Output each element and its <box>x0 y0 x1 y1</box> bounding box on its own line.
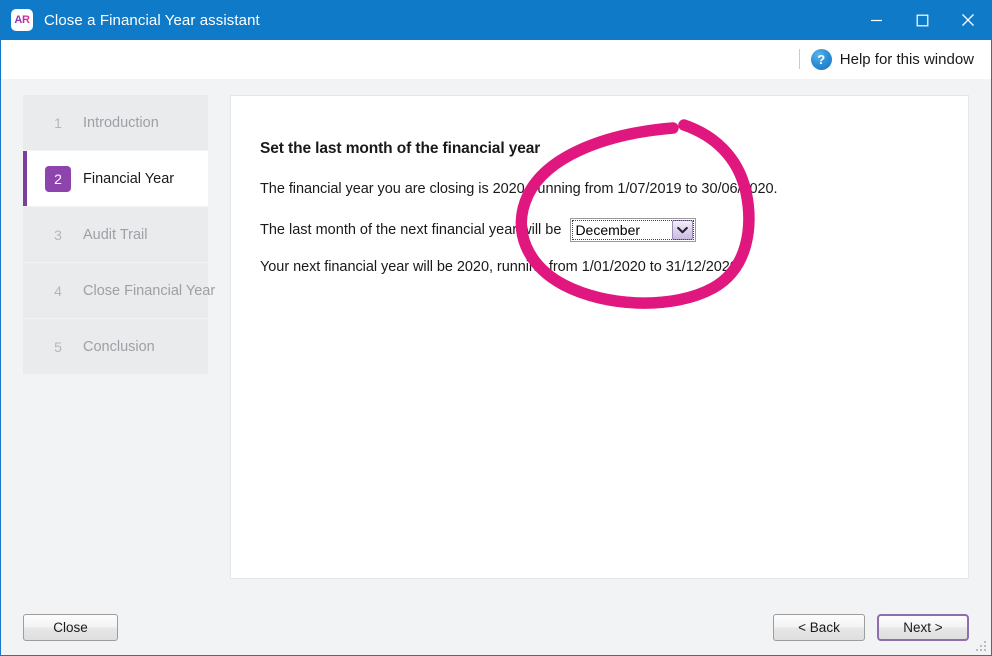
sidebar-item-introduction[interactable]: 1 Introduction <box>23 95 208 150</box>
step-label: Conclusion <box>83 338 155 355</box>
step-number: 5 <box>54 338 62 355</box>
window-title: Close a Financial Year assistant <box>44 11 260 29</box>
month-select[interactable]: December <box>570 218 697 242</box>
step-accent-bar <box>23 263 27 318</box>
step-number: 3 <box>54 226 62 243</box>
sidebar-item-financial-year[interactable]: 2 Financial Year <box>23 151 208 206</box>
month-select-value: December <box>575 222 641 238</box>
step-accent-bar <box>23 151 27 206</box>
step-label: Close Financial Year <box>83 282 216 299</box>
close-icon <box>962 14 974 26</box>
help-for-this-window-link[interactable]: ? Help for this window <box>810 48 974 70</box>
step-accent-bar <box>23 207 27 262</box>
step-accent-bar <box>23 319 27 374</box>
sidebar-item-close-financial-year[interactable]: 4 Close Financial Year <box>23 263 215 318</box>
step-label: Financial Year <box>83 170 175 187</box>
app-logo-text: AR <box>14 14 30 26</box>
minimize-icon <box>870 19 882 21</box>
next-button[interactable]: Next > <box>877 613 969 641</box>
step-number: 2 <box>45 165 71 192</box>
close-button[interactable]: Close <box>23 613 118 641</box>
closing-year-text: The financial year you are closing is 20… <box>260 181 778 197</box>
last-month-row: The last month of the next financial yea… <box>260 218 968 242</box>
window-controls <box>853 0 991 40</box>
page-title: Set the last month of the financial year <box>260 140 541 157</box>
step-number: 4 <box>54 282 62 299</box>
help-bar: ? Help for this window <box>1 40 991 79</box>
app-window: AR Close a Financial Year assistant ? He… <box>0 0 992 656</box>
help-link-label: Help for this window <box>839 50 974 68</box>
step-number: 1 <box>54 114 62 131</box>
step-label: Audit Trail <box>83 226 148 243</box>
chevron-down-icon[interactable] <box>672 220 694 240</box>
ar-app-logo-icon: AR <box>11 9 33 31</box>
title-bar: AR Close a Financial Year assistant <box>1 0 991 40</box>
resize-grip-icon[interactable] <box>974 639 988 653</box>
sidebar-item-conclusion[interactable]: 5 Conclusion <box>23 319 208 374</box>
help-separator <box>798 49 800 69</box>
steps-sidebar: 1 Introduction 2 Financial Year 3 Audit … <box>23 95 215 599</box>
step-accent-bar <box>23 95 27 150</box>
maximize-button[interactable] <box>899 0 945 40</box>
step-label: Introduction <box>83 114 159 131</box>
minimize-button[interactable] <box>853 0 899 40</box>
last-month-label: The last month of the next financial yea… <box>260 222 562 238</box>
footer-nav-buttons: < Back Next > <box>773 613 969 641</box>
close-window-button[interactable] <box>945 0 991 40</box>
window-body: 1 Introduction 2 Financial Year 3 Audit … <box>1 79 991 599</box>
sidebar-item-audit-trail[interactable]: 3 Audit Trail <box>23 207 208 262</box>
maximize-icon <box>916 14 928 26</box>
back-button[interactable]: < Back <box>773 613 865 641</box>
footer-bar: Close < Back Next > <box>1 599 991 655</box>
question-mark-icon: ? <box>810 48 832 70</box>
next-year-text: Your next financial year will be 2020, r… <box>260 259 742 275</box>
content-panel: Set the last month of the financial year… <box>230 95 969 579</box>
